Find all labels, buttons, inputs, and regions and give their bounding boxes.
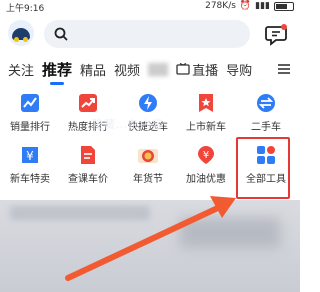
tool-label: 年货节 [133,174,163,185]
message-icon[interactable] [264,22,288,46]
tool-sales-ranking[interactable]: 销量排行 [0,92,60,144]
tab-recommend[interactable]: 推荐 [42,59,72,85]
content-banner[interactable] [0,200,300,292]
bar-chart-icon [21,94,39,112]
tool-label: 新车特卖 [10,174,50,185]
tool-new-year-festival[interactable]: 年货节 [118,144,178,196]
tab-video[interactable]: 视频 [114,60,140,79]
star-flag-icon [199,94,213,112]
header [0,14,300,52]
alarm-icon: ⏰ [239,1,252,11]
swap-icon [257,94,275,112]
tab-featured[interactable]: 精品 [80,60,106,79]
status-icons: 278K/s ⏰ ▮▮▮ [205,1,294,11]
tool-car-price[interactable]: 查课车价 [58,144,118,196]
signal-icon: ▮▮▮ [255,1,270,11]
channel-tabs: 关注 推荐 精品 视频 ▇▇ 直播 导购 [0,56,300,85]
tab-live[interactable]: 直播 [176,60,218,79]
tab-live-label: 直播 [192,63,219,79]
tool-label: 查课车价 [68,174,108,185]
wheel-left-icon [14,37,19,42]
live-tv-icon [176,63,190,75]
tool-fuel-discount[interactable]: ¥ 加油优惠 [176,144,236,196]
yen-coupon-icon: ¥ [198,146,214,164]
watermark-text: 隐藏…杂内容 [92,118,164,131]
tab-blurred[interactable]: ▇▇ [148,62,168,77]
search-input[interactable] [44,20,250,48]
network-speed: 278K/s [205,1,236,11]
tool-new-car-sale[interactable]: ¥ 新车特卖 [0,144,60,196]
tool-label: 加油优惠 [186,174,226,185]
svg-text:¥: ¥ [203,150,209,161]
gift-badge-icon [138,149,158,163]
search-icon [54,27,68,41]
lightning-icon [139,94,157,112]
tool-label: 上市新车 [186,122,226,133]
app-logo[interactable] [8,20,34,46]
status-time: 上午9:16 [6,4,45,14]
wheel-right-icon [23,37,28,42]
status-bar: 上午9:16 278K/s ⏰ ▮▮▮ [0,0,300,14]
tool-label: 二手车 [251,122,281,133]
tab-follow[interactable]: 关注 [8,60,34,79]
svg-text:¥: ¥ [26,149,34,163]
price-tag-icon: ¥ [22,147,38,163]
trend-icon [79,94,97,112]
blurred-content [180,218,280,248]
blurred-content [10,206,150,220]
tab-shopping-guide[interactable]: 导购 [226,60,252,79]
tool-new-cars[interactable]: 上市新车 [176,92,236,144]
menu-icon[interactable] [276,61,292,77]
tool-label: 销量排行 [10,122,50,133]
battery-icon [274,1,294,11]
all-tools-highlight-box [236,137,290,199]
document-icon [81,146,95,164]
